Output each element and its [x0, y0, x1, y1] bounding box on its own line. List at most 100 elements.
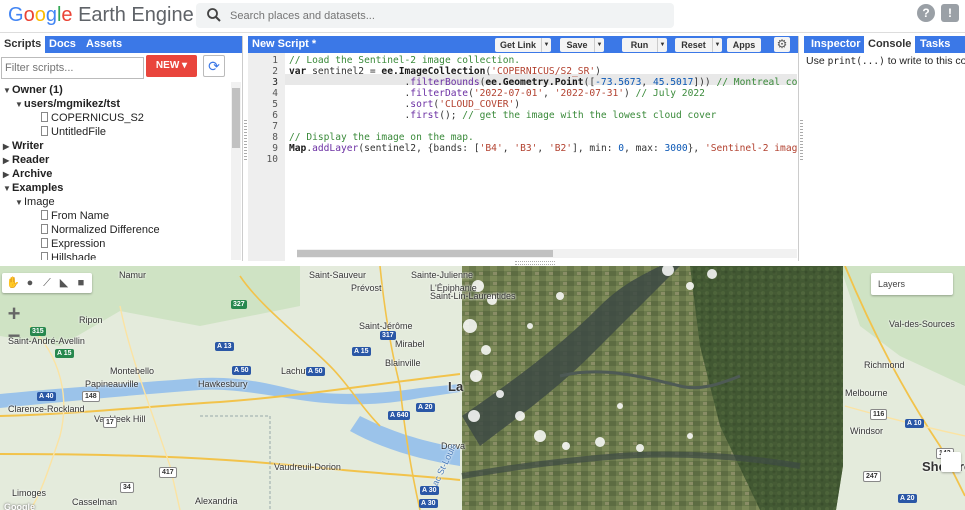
right-splitter[interactable] — [800, 120, 803, 160]
tree-scrollbar[interactable] — [231, 82, 241, 260]
code-token: // July 2022 — [635, 88, 705, 99]
script-file-item[interactable]: Expression — [41, 237, 105, 251]
logo-letter: o — [34, 4, 46, 26]
code-line[interactable]: // Display the image on the map. — [289, 132, 474, 143]
chevron-down-icon[interactable]: ▼ — [712, 38, 722, 52]
code-line[interactable]: var sentinel2 = ee.ImageCollection('COPE… — [289, 66, 601, 77]
folder-item[interactable]: ▼users/mgmikez/tst — [15, 97, 120, 111]
save-button[interactable]: Save ▼ — [560, 38, 604, 52]
file-icon — [41, 126, 48, 136]
code-area[interactable]: // Load the Sentinel-2 image collection.… — [289, 53, 797, 253]
expanded-arrow-icon[interactable]: ▼ — [3, 84, 12, 98]
top-bar: Google Earth Engine ? ! — [0, 0, 965, 33]
editor-horizontal-scrollbar[interactable] — [297, 249, 797, 258]
collapsed-arrow-icon[interactable]: ▶ — [3, 140, 12, 154]
apps-button[interactable]: Apps — [727, 38, 761, 52]
gear-icon[interactable]: ⚙ — [774, 37, 790, 52]
zoom-in-icon[interactable]: + — [3, 303, 25, 325]
expanded-arrow-icon[interactable]: ▼ — [15, 98, 24, 112]
code-line[interactable]: .filterBounds(ee.Geometry.Point([-73.567… — [289, 77, 797, 88]
tab-inspector[interactable]: Inspector — [807, 36, 865, 53]
layers-button[interactable]: Layers — [871, 273, 953, 295]
script-file-item[interactable]: Normalized Difference — [41, 223, 160, 237]
map-place-label: Montebello — [110, 366, 155, 376]
script-file-item[interactable]: UntitledFile — [41, 125, 106, 139]
code-token: // Load the Sentinel-2 image collection. — [289, 55, 521, 66]
collapsed-arrow-icon[interactable]: ▶ — [3, 154, 12, 168]
tree-item-label: Expression — [51, 238, 106, 250]
expanded-arrow-icon[interactable]: ▼ — [3, 182, 12, 196]
filter-scripts-field[interactable] — [1, 57, 144, 79]
file-icon — [41, 238, 48, 248]
folder-item[interactable]: ▼Examples — [3, 181, 63, 195]
chevron-down-icon[interactable]: ▼ — [657, 38, 667, 52]
help-icon[interactable]: ? — [917, 4, 935, 22]
console-text-prefix: Use — [806, 55, 828, 67]
feedback-icon[interactable]: ! — [941, 4, 959, 22]
left-splitter[interactable] — [244, 120, 247, 160]
code-token: 'COPERNICUS/S2_SR' — [491, 66, 596, 77]
folder-item[interactable]: ▶ Reader — [3, 153, 49, 167]
folder-item[interactable]: ▶ Writer — [3, 139, 44, 153]
line-number: 7 — [272, 121, 278, 132]
map-place-label: Windsor — [850, 426, 884, 436]
refresh-icon[interactable]: ⟳ — [203, 55, 225, 77]
polygon-tool-icon[interactable]: ◣ — [56, 275, 72, 291]
marker-icon[interactable]: ● — [22, 275, 38, 291]
folder-item[interactable]: ▼Image — [15, 195, 55, 209]
reset-button[interactable]: Reset ▼ — [675, 38, 722, 52]
scrollbar-thumb[interactable] — [232, 88, 240, 148]
tree-item-label: Normalized Difference — [51, 224, 160, 236]
right-tab-bar: Inspector Console Tasks — [804, 36, 965, 53]
scrollbar-thumb[interactable] — [297, 250, 553, 257]
console-code: print(...) — [827, 56, 885, 67]
tab-docs[interactable]: Docs — [45, 36, 80, 53]
tab-assets[interactable]: Assets — [82, 36, 126, 53]
folder-item[interactable]: ▶ Archive — [3, 167, 52, 181]
new-button[interactable]: NEW ▾ — [146, 55, 197, 77]
zoom-out-icon[interactable]: − — [3, 325, 25, 347]
scripts-panel: Scripts Docs Assets NEW ▾ ⟳ ▼Owner (1)▼u… — [0, 36, 243, 261]
code-token: Map — [289, 143, 307, 154]
map-view[interactable]: Namur Saint-Sauveur Sainte-Julienne Prévost… — [0, 266, 965, 510]
rectangle-tool-icon[interactable]: ■ — [73, 275, 89, 291]
highway-shield: 17 — [103, 417, 117, 428]
chevron-down-icon[interactable]: ▼ — [541, 38, 551, 52]
folder-item[interactable]: ▼Owner (1) — [3, 83, 63, 97]
line-tool-icon[interactable]: ⟋ — [39, 275, 55, 291]
code-token: , — [543, 88, 555, 99]
code-line[interactable]: .filterDate('2022-07-01', '2022-07-31') … — [289, 88, 705, 99]
script-file-item[interactable]: From Name — [41, 209, 109, 223]
code-token: ee.Geometry.Point — [485, 77, 584, 88]
highway-shield: 417 — [159, 467, 177, 478]
code-line[interactable]: .sort('CLOUD_COVER') — [289, 99, 521, 110]
fullscreen-icon[interactable] — [941, 452, 961, 472]
run-button[interactable]: Run ▼ — [622, 38, 667, 52]
chevron-down-icon[interactable]: ▼ — [594, 38, 604, 52]
script-file-item[interactable]: Hillshade — [41, 251, 96, 260]
highway-shield: 315 — [30, 327, 46, 336]
map-splitter[interactable] — [515, 261, 555, 265]
earth-engine-logo[interactable]: Google Earth Engine — [8, 4, 194, 27]
code-token: sentinel2 = — [306, 66, 382, 77]
code-token: , — [502, 143, 515, 154]
get-link-button[interactable]: Get Link ▼ — [495, 38, 551, 52]
map-place-label: Saint-Lin-Laurentides — [430, 291, 516, 301]
tab-scripts[interactable]: Scripts — [0, 36, 46, 53]
tab-tasks[interactable]: Tasks — [916, 36, 954, 53]
collapsed-arrow-icon[interactable]: ▶ — [3, 168, 12, 182]
filter-scripts-input[interactable] — [2, 58, 143, 78]
code-token: 'B3' — [514, 143, 538, 154]
script-file-item[interactable]: COPERNICUS_S2 — [41, 111, 144, 125]
search-box[interactable] — [196, 3, 674, 28]
left-tab-bar: Scripts Docs Assets — [0, 36, 242, 53]
tab-console[interactable]: Console — [864, 36, 916, 53]
search-input[interactable] — [230, 6, 660, 25]
code-line[interactable]: // Load the Sentinel-2 image collection. — [289, 55, 520, 66]
expanded-arrow-icon[interactable]: ▼ — [15, 196, 24, 210]
code-token: // get the image with the lowest cloud c… — [462, 110, 717, 121]
code-line[interactable]: .first(); // get the image with the lowe… — [289, 110, 717, 121]
pan-hand-icon[interactable]: ✋ — [5, 275, 21, 291]
code-token: , — [641, 77, 653, 88]
code-line[interactable]: Map.addLayer(sentinel2, {bands: ['B4', '… — [289, 143, 797, 154]
